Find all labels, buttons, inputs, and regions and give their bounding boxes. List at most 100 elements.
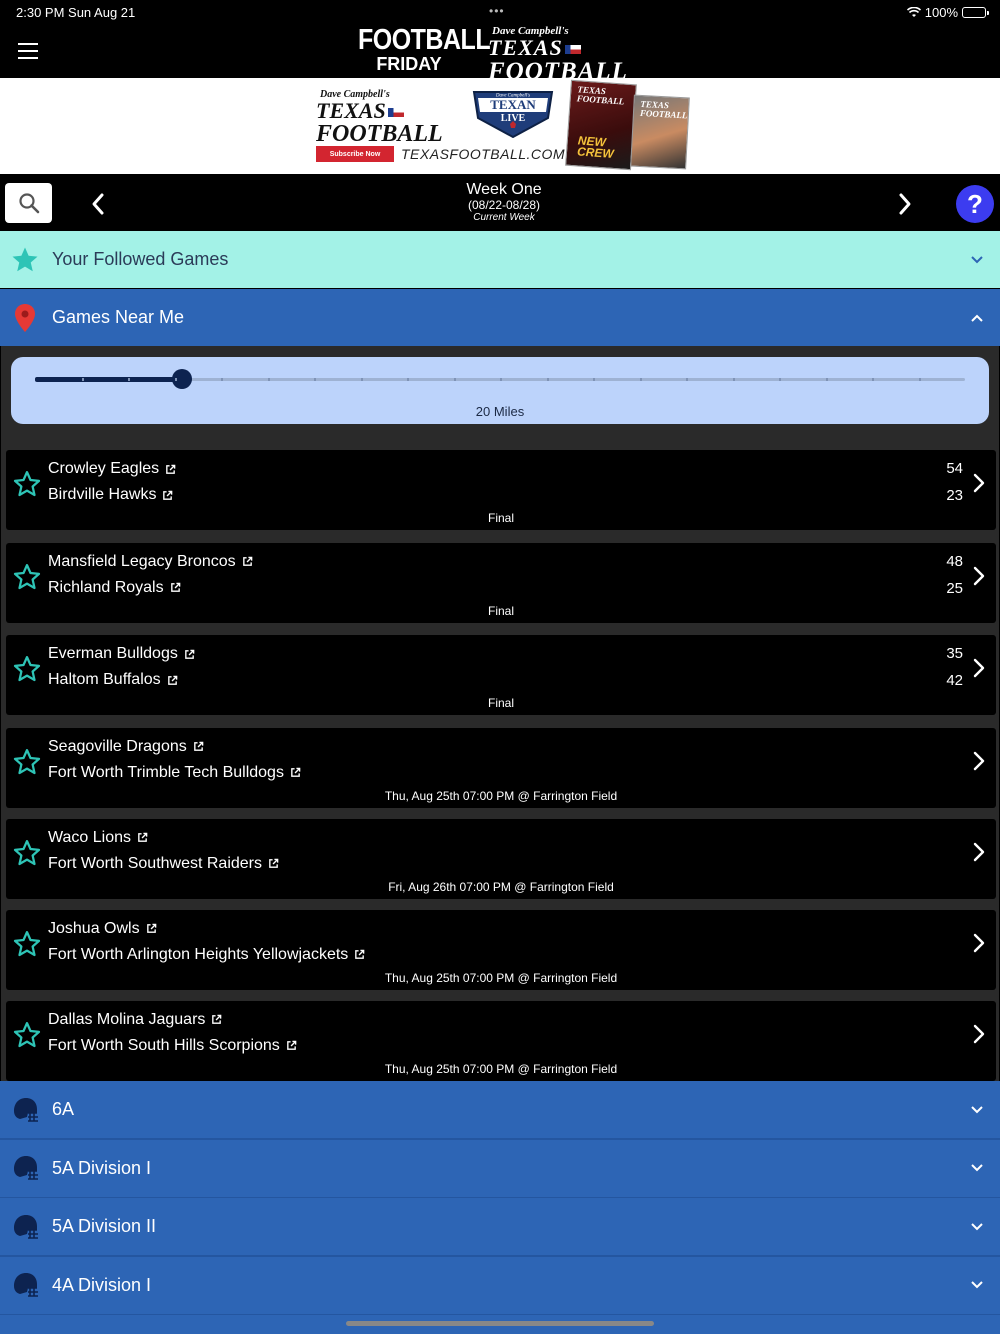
helmet-icon-box	[10, 1153, 40, 1183]
external-link-icon[interactable]	[167, 675, 178, 686]
ad-texas-football-logo: Dave Campbell's TEXAS FOOTBALL	[316, 89, 443, 147]
football-friday-logo: FOOTBALL FRIDAY	[358, 23, 491, 74]
team-1[interactable]: Joshua Owls	[48, 920, 157, 938]
subscribe-now-button[interactable]: Subscribe Now	[316, 146, 394, 162]
star-outline-icon[interactable]	[12, 747, 42, 777]
star-outline-icon[interactable]	[12, 1020, 42, 1050]
star-outline-icon[interactable]	[12, 838, 42, 868]
team-2[interactable]: Haltom Buffalos	[48, 671, 178, 689]
external-link-icon[interactable]	[193, 741, 204, 752]
followed-games-header[interactable]: Your Followed Games	[0, 231, 1000, 288]
slider-tick	[407, 378, 409, 381]
game-row[interactable]: Everman Bulldogs Haltom Buffalos 35 42 Final	[6, 635, 996, 715]
game-status: Thu, Aug 25th 07:00 PM @ Farrington Fiel…	[384, 970, 618, 985]
followed-games-label: Your Followed Games	[52, 249, 229, 269]
team-1[interactable]: Dallas Molina Jaguars	[48, 1011, 222, 1029]
game-row[interactable]: Joshua Owls Fort Worth Arlington Heights …	[6, 909, 996, 990]
division-group-header[interactable]: 5A Division II	[0, 1198, 1000, 1255]
team-2[interactable]: Fort Worth South Hills Scorpions	[48, 1037, 297, 1055]
external-link-icon[interactable]	[211, 1014, 222, 1025]
games-near-me-label: Games Near Me	[52, 307, 185, 327]
magazine-cover-1: TEXAS FOOTBALL NEW CREW	[565, 79, 637, 171]
multitask-dots-icon[interactable]: •••	[489, 4, 505, 18]
slider-tick	[453, 378, 456, 381]
division-group-header[interactable]: 6A	[0, 1081, 1000, 1138]
external-link-icon[interactable]	[290, 767, 301, 778]
team-2[interactable]: Birdville Hawks	[48, 486, 173, 504]
games-near-me-header[interactable]: Games Near Me	[0, 289, 1000, 346]
score-1: 48	[946, 552, 963, 570]
team-1[interactable]: Seagoville Dragons	[48, 738, 204, 756]
team-1[interactable]: Crowley Eagles	[48, 460, 176, 478]
chevron-right-icon[interactable]	[972, 657, 986, 679]
game-status: Final	[487, 511, 514, 525]
chevron-up-icon	[971, 314, 983, 322]
division-group-header[interactable]: 4A Division I	[0, 1256, 1000, 1314]
star-outline-icon[interactable]	[12, 562, 42, 592]
helmet-icon	[14, 1214, 38, 1239]
helmet-icon-box	[10, 1095, 40, 1125]
game-row[interactable]: Waco Lions Fort Worth Southwest Raiders Fr…	[6, 818, 996, 899]
star-filled-icon	[10, 245, 40, 275]
home-indicator[interactable]	[346, 1321, 654, 1326]
week-title: Week One (08/22-08/28) Current Week	[466, 181, 542, 223]
external-link-icon[interactable]	[354, 949, 365, 960]
score-1: 35	[946, 645, 963, 662]
star-outline-icon[interactable]	[12, 654, 42, 684]
distance-slider[interactable]	[35, 369, 965, 389]
external-link-icon[interactable]	[137, 832, 148, 843]
slider-tick	[221, 378, 223, 381]
status-right: 100%	[906, 5, 989, 20]
search-button[interactable]	[5, 183, 52, 223]
battery-percent: 100%	[924, 5, 958, 20]
game-row[interactable]: Dallas Molina Jaguars Fort Worth South Hi…	[6, 1000, 996, 1081]
chevron-right-icon[interactable]	[972, 472, 986, 494]
slider-tick	[639, 378, 642, 381]
slider-tick	[686, 378, 688, 381]
chevron-right-icon[interactable]	[972, 1023, 986, 1045]
team-1[interactable]: Waco Lions	[48, 829, 148, 847]
menu-icon[interactable]	[18, 43, 38, 59]
external-link-icon[interactable]	[268, 858, 279, 869]
ad-banner[interactable]: Dave Campbell's TEXAS FOOTBALL Subscribe…	[0, 78, 1000, 174]
location-pin-icon	[10, 303, 40, 333]
chevron-right-icon[interactable]	[972, 565, 986, 587]
battery-icon	[962, 7, 989, 18]
status-bar: 2:30 PM Sun Aug 21 ••• 100%	[0, 0, 1000, 26]
texas-football-logo: Dave Campbell's TEXAS FOOTBALL	[488, 25, 628, 85]
division-label: 6A	[52, 1099, 75, 1119]
external-link-icon[interactable]	[184, 649, 195, 660]
team-2[interactable]: Fort Worth Trimble Tech Bulldogs	[48, 764, 301, 782]
team-2[interactable]: Richland Royals	[48, 579, 181, 597]
next-week-icon[interactable]	[895, 189, 915, 219]
division-group-header[interactable]: 5A Division I	[0, 1139, 1000, 1197]
external-link-icon[interactable]	[162, 490, 173, 501]
game-row[interactable]: Seagoville Dragons Fort Worth Trimble Tec…	[6, 727, 996, 808]
helmet-icon	[14, 1097, 38, 1122]
game-row[interactable]: Mansfield Legacy Broncos Richland Royals 4…	[6, 542, 996, 623]
texas-flag-icon	[387, 108, 404, 118]
chevron-right-icon[interactable]	[972, 932, 986, 954]
app-header: FOOTBALL FRIDAY Dave Campbell's TEXAS FO…	[0, 23, 1000, 84]
chevron-right-icon[interactable]	[972, 750, 986, 772]
external-link-icon[interactable]	[165, 464, 176, 475]
distance-label: 20 Miles	[475, 404, 525, 419]
external-link-icon[interactable]	[170, 582, 181, 593]
team-1[interactable]: Everman Bulldogs	[48, 645, 195, 663]
external-link-icon[interactable]	[286, 1040, 297, 1051]
external-link-icon[interactable]	[146, 923, 157, 934]
previous-week-icon[interactable]	[88, 189, 108, 219]
team-2[interactable]: Fort Worth Arlington Heights Yellowjacke…	[48, 946, 365, 964]
help-button[interactable]: ?	[956, 185, 994, 223]
star-outline-icon[interactable]	[12, 469, 42, 499]
star-outline-icon[interactable]	[12, 929, 42, 959]
team-2[interactable]: Fort Worth Southwest Raiders	[48, 855, 279, 873]
helmet-icon	[14, 1156, 38, 1180]
slider-tick	[500, 378, 502, 381]
chevron-right-icon[interactable]	[972, 841, 986, 863]
team-1[interactable]: Mansfield Legacy Broncos	[48, 553, 253, 571]
slider-tick	[825, 378, 828, 381]
game-row[interactable]: Crowley Eagles Birdville Hawks 54 23 Final	[6, 450, 996, 530]
external-link-icon[interactable]	[242, 556, 253, 567]
helmet-icon-box	[10, 1212, 40, 1242]
